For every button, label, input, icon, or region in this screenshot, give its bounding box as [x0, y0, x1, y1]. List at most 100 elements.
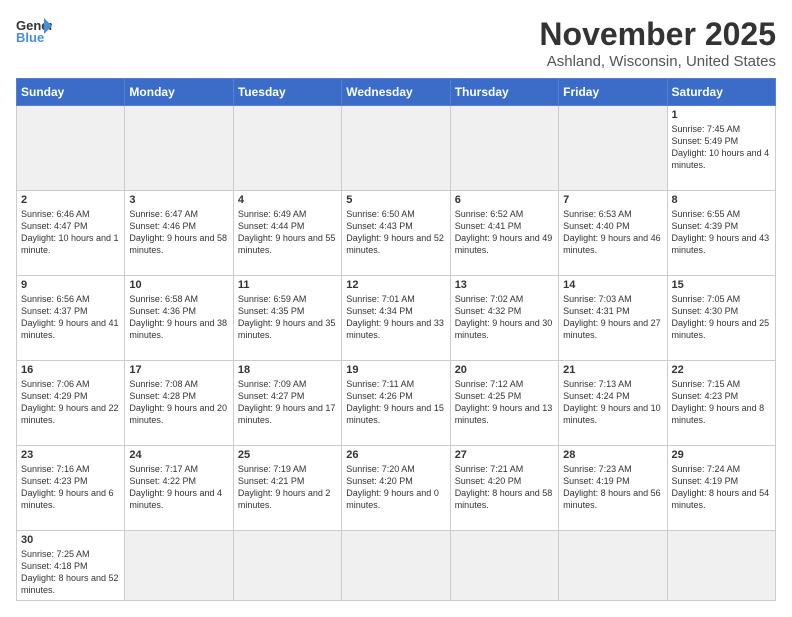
weekday-header: Monday	[125, 79, 233, 106]
calendar-day-cell: 26 Sunrise: 7:20 AM Sunset: 4:20 PM Dayli…	[342, 446, 450, 531]
day-info: Sunrise: 6:46 AM Sunset: 4:47 PM Dayligh…	[21, 208, 120, 257]
weekday-header: Tuesday	[233, 79, 341, 106]
day-info: Sunrise: 7:25 AM Sunset: 4:18 PM Dayligh…	[21, 548, 120, 597]
calendar-day-cell: 30Sunrise: 7:25 AM Sunset: 4:18 PM Dayli…	[17, 531, 125, 601]
day-number: 15	[672, 279, 771, 291]
day-number: 29	[672, 449, 771, 461]
calendar-day-cell: 13 Sunrise: 7:02 AM Sunset: 4:32 PM Dayli…	[450, 276, 558, 361]
day-info: Sunrise: 6:49 AM Sunset: 4:44 PM Dayligh…	[238, 208, 337, 257]
day-number: 13	[455, 279, 554, 291]
weekday-header: Sunday	[17, 79, 125, 106]
day-info: Sunrise: 6:55 AM Sunset: 4:39 PM Dayligh…	[672, 208, 771, 257]
calendar-day-cell: 11 Sunrise: 6:59 AM Sunset: 4:35 PM Dayli…	[233, 276, 341, 361]
day-info: Sunrise: 7:12 AM Sunset: 4:25 PM Dayligh…	[455, 378, 554, 427]
calendar-day-cell: 19Sunrise: 7:11 AM Sunset: 4:26 PM Dayli…	[342, 361, 450, 446]
day-info: Sunrise: 6:58 AM Sunset: 4:36 PM Dayligh…	[129, 293, 228, 342]
calendar-day-cell	[125, 106, 233, 191]
calendar-day-cell: 12Sunrise: 7:01 AM Sunset: 4:34 PM Dayli…	[342, 276, 450, 361]
calendar-day-cell: 1Sunrise: 7:45 AM Sunset: 5:49 PM Daylig…	[667, 106, 775, 191]
calendar-day-cell: 27 Sunrise: 7:21 AM Sunset: 4:20 PM Dayli…	[450, 446, 558, 531]
day-number: 7	[563, 194, 662, 206]
weekday-header: Friday	[559, 79, 667, 106]
day-info: Sunrise: 7:05 AM Sunset: 4:30 PM Dayligh…	[672, 293, 771, 342]
calendar-day-cell: 16Sunrise: 7:06 AM Sunset: 4:29 PM Dayli…	[17, 361, 125, 446]
day-info: Sunrise: 7:11 AM Sunset: 4:26 PM Dayligh…	[346, 378, 445, 427]
calendar-day-cell: 23Sunrise: 7:16 AM Sunset: 4:23 PM Dayli…	[17, 446, 125, 531]
day-number: 10	[129, 279, 228, 291]
day-number: 25	[238, 449, 337, 461]
logo-icon: General Blue	[16, 16, 52, 44]
day-info: Sunrise: 7:15 AM Sunset: 4:23 PM Dayligh…	[672, 378, 771, 427]
day-number: 9	[21, 279, 120, 291]
calendar-day-cell: 20 Sunrise: 7:12 AM Sunset: 4:25 PM Dayli…	[450, 361, 558, 446]
calendar-day-cell: 24 Sunrise: 7:17 AM Sunset: 4:22 PM Dayli…	[125, 446, 233, 531]
calendar-day-cell: 22 Sunrise: 7:15 AM Sunset: 4:23 PM Dayli…	[667, 361, 775, 446]
calendar-day-cell: 5 Sunrise: 6:50 AM Sunset: 4:43 PM Daylig…	[342, 191, 450, 276]
calendar-day-cell	[450, 106, 558, 191]
day-number: 5	[346, 194, 445, 206]
calendar-day-cell	[342, 531, 450, 601]
svg-text:Blue: Blue	[16, 30, 44, 44]
day-info: Sunrise: 7:03 AM Sunset: 4:31 PM Dayligh…	[563, 293, 662, 342]
day-info: Sunrise: 7:19 AM Sunset: 4:21 PM Dayligh…	[238, 463, 337, 512]
day-number: 11	[238, 279, 337, 291]
calendar-day-cell: 17Sunrise: 7:08 AM Sunset: 4:28 PM Dayli…	[125, 361, 233, 446]
day-info: Sunrise: 6:56 AM Sunset: 4:37 PM Dayligh…	[21, 293, 120, 342]
day-info: Sunrise: 6:53 AM Sunset: 4:40 PM Dayligh…	[563, 208, 662, 257]
calendar-day-cell	[233, 106, 341, 191]
day-number: 28	[563, 449, 662, 461]
day-number: 26	[346, 449, 445, 461]
weekday-header: Saturday	[667, 79, 775, 106]
day-info: Sunrise: 7:17 AM Sunset: 4:22 PM Dayligh…	[129, 463, 228, 512]
day-number: 3	[129, 194, 228, 206]
day-info: Sunrise: 7:09 AM Sunset: 4:27 PM Dayligh…	[238, 378, 337, 427]
calendar-day-cell: 15 Sunrise: 7:05 AM Sunset: 4:30 PM Dayli…	[667, 276, 775, 361]
calendar-day-cell: 6Sunrise: 6:52 AM Sunset: 4:41 PM Daylig…	[450, 191, 558, 276]
calendar-day-cell: 14Sunrise: 7:03 AM Sunset: 4:31 PM Dayli…	[559, 276, 667, 361]
calendar-day-cell	[125, 531, 233, 601]
calendar-week-row: 9 Sunrise: 6:56 AM Sunset: 4:37 PM Daylig…	[17, 276, 776, 361]
calendar-day-cell	[342, 106, 450, 191]
day-number: 18	[238, 364, 337, 376]
calendar-day-cell: 7 Sunrise: 6:53 AM Sunset: 4:40 PM Daylig…	[559, 191, 667, 276]
day-number: 2	[21, 194, 120, 206]
day-info: Sunrise: 7:20 AM Sunset: 4:20 PM Dayligh…	[346, 463, 445, 512]
day-info: Sunrise: 7:08 AM Sunset: 4:28 PM Dayligh…	[129, 378, 228, 427]
day-info: Sunrise: 7:13 AM Sunset: 4:24 PM Dayligh…	[563, 378, 662, 427]
calendar-day-cell: 21 Sunrise: 7:13 AM Sunset: 4:24 PM Dayli…	[559, 361, 667, 446]
day-info: Sunrise: 7:24 AM Sunset: 4:19 PM Dayligh…	[672, 463, 771, 512]
calendar-week-row: 16Sunrise: 7:06 AM Sunset: 4:29 PM Dayli…	[17, 361, 776, 446]
day-number: 27	[455, 449, 554, 461]
month-year-title: November 2025	[539, 16, 776, 53]
day-info: Sunrise: 7:21 AM Sunset: 4:20 PM Dayligh…	[455, 463, 554, 512]
calendar-day-cell	[559, 531, 667, 601]
calendar-day-cell	[450, 531, 558, 601]
day-info: Sunrise: 7:23 AM Sunset: 4:19 PM Dayligh…	[563, 463, 662, 512]
day-number: 8	[672, 194, 771, 206]
day-number: 22	[672, 364, 771, 376]
calendar-week-row: 2 Sunrise: 6:46 AM Sunset: 4:47 PM Daylig…	[17, 191, 776, 276]
calendar-day-cell	[667, 531, 775, 601]
day-info: Sunrise: 7:45 AM Sunset: 5:49 PM Dayligh…	[672, 123, 771, 172]
page-header: General Blue November 2025 Ashland, Wisc…	[16, 16, 776, 70]
day-number: 4	[238, 194, 337, 206]
day-info: Sunrise: 7:16 AM Sunset: 4:23 PM Dayligh…	[21, 463, 120, 512]
day-info: Sunrise: 7:06 AM Sunset: 4:29 PM Dayligh…	[21, 378, 120, 427]
calendar-day-cell: 2 Sunrise: 6:46 AM Sunset: 4:47 PM Daylig…	[17, 191, 125, 276]
calendar-week-row: 1Sunrise: 7:45 AM Sunset: 5:49 PM Daylig…	[17, 106, 776, 191]
day-number: 24	[129, 449, 228, 461]
location-subtitle: Ashland, Wisconsin, United States	[539, 53, 776, 70]
day-info: Sunrise: 6:50 AM Sunset: 4:43 PM Dayligh…	[346, 208, 445, 257]
calendar-day-cell: 10 Sunrise: 6:58 AM Sunset: 4:36 PM Dayli…	[125, 276, 233, 361]
calendar-day-cell: 9 Sunrise: 6:56 AM Sunset: 4:37 PM Daylig…	[17, 276, 125, 361]
calendar-week-row: 23Sunrise: 7:16 AM Sunset: 4:23 PM Dayli…	[17, 446, 776, 531]
day-info: Sunrise: 7:02 AM Sunset: 4:32 PM Dayligh…	[455, 293, 554, 342]
calendar-day-cell: 3Sunrise: 6:47 AM Sunset: 4:46 PM Daylig…	[125, 191, 233, 276]
logo: General Blue	[16, 16, 52, 44]
day-info: Sunrise: 6:59 AM Sunset: 4:35 PM Dayligh…	[238, 293, 337, 342]
day-number: 21	[563, 364, 662, 376]
day-number: 6	[455, 194, 554, 206]
calendar-day-cell: 8 Sunrise: 6:55 AM Sunset: 4:39 PM Daylig…	[667, 191, 775, 276]
calendar-day-cell: 28 Sunrise: 7:23 AM Sunset: 4:19 PM Dayli…	[559, 446, 667, 531]
day-number: 20	[455, 364, 554, 376]
